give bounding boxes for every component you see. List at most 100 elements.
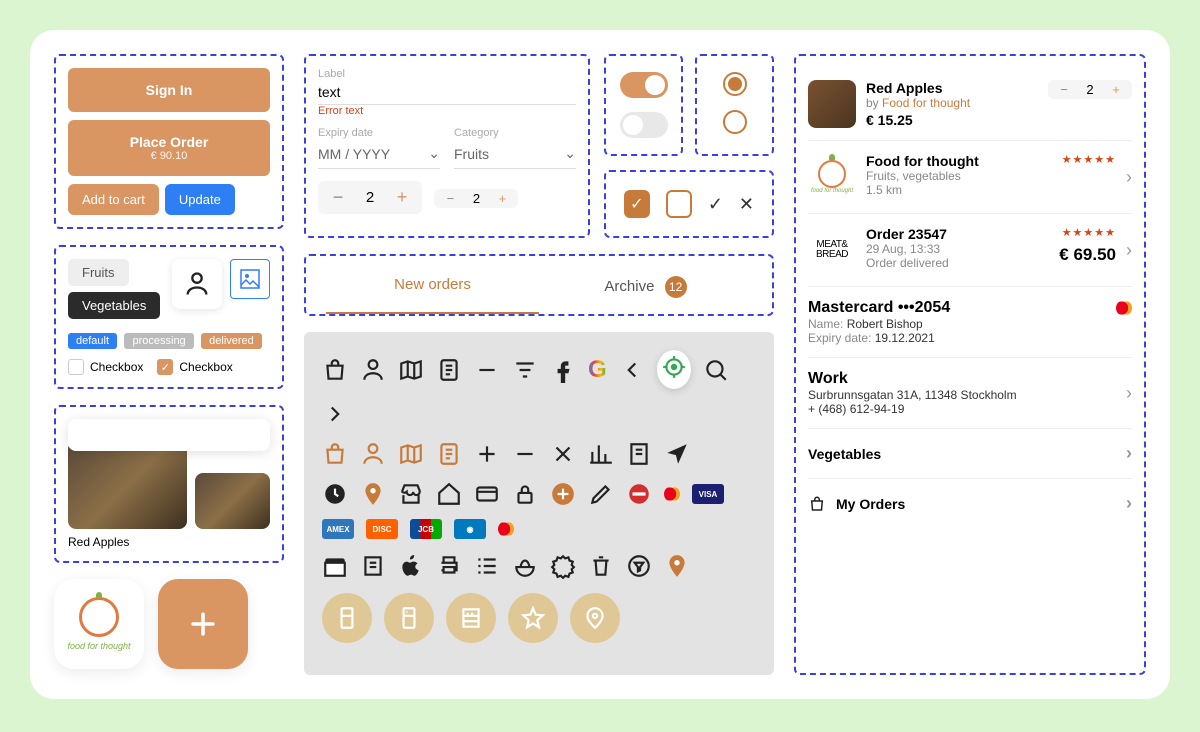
app-tiles: food for thought bbox=[54, 579, 284, 669]
checkbox-filled[interactable]: ✓ bbox=[624, 190, 650, 218]
cart-qty-stepper[interactable]: − 2 + bbox=[1048, 80, 1132, 99]
signin-button[interactable]: Sign In bbox=[68, 68, 270, 112]
document-icon bbox=[436, 441, 462, 467]
user-icon bbox=[360, 441, 386, 467]
pin-icon bbox=[360, 481, 386, 507]
toggle-on[interactable] bbox=[620, 72, 668, 98]
expiry-select[interactable]: MM / YYYY ⌄ bbox=[318, 139, 440, 169]
expiry-value: MM / YYYY bbox=[318, 146, 390, 162]
chips-group: Fruits Vegetables default processing del… bbox=[54, 245, 284, 389]
tag-processing: processing bbox=[124, 333, 193, 349]
gps-button[interactable] bbox=[657, 350, 691, 389]
app-tile-logo[interactable]: food for thought bbox=[54, 579, 144, 669]
order-time: 29 Aug, 13:33 bbox=[866, 242, 1049, 256]
app-tile-add[interactable] bbox=[158, 579, 248, 669]
category-select[interactable]: Fruits ⌄ bbox=[454, 139, 576, 169]
cards-group: Red Apples by Food for thought € 15.25 −… bbox=[794, 54, 1146, 675]
plus-button[interactable]: + bbox=[492, 191, 512, 206]
add-to-cart-button[interactable]: Add to cart bbox=[68, 184, 159, 215]
tab-archive[interactable]: Archive 12 bbox=[539, 260, 752, 314]
cart-item-card: Red Apples by Food for thought € 15.25 −… bbox=[808, 68, 1132, 141]
star-button[interactable] bbox=[508, 593, 558, 643]
category-value: Fruits bbox=[454, 146, 489, 162]
plus-button[interactable]: + bbox=[392, 187, 412, 208]
card-icon bbox=[474, 481, 500, 507]
cart-item-title: Red Apples bbox=[866, 80, 1038, 96]
fridge-button[interactable] bbox=[384, 593, 434, 643]
quantity-stepper[interactable]: − 2 + bbox=[318, 181, 422, 214]
icon-grid: G VISA bbox=[304, 332, 774, 675]
rating-stars: ★★★★★ bbox=[1062, 153, 1116, 166]
fft-logo-text: food for thought bbox=[67, 641, 130, 651]
minus-button[interactable]: − bbox=[440, 191, 460, 206]
checkbox-checked[interactable]: ✓ bbox=[157, 359, 173, 375]
chevron-down-icon: ⌄ bbox=[564, 145, 576, 162]
place-order-button[interactable]: Place Order € 90.10 bbox=[68, 120, 270, 176]
my-orders-label: My Orders bbox=[836, 496, 905, 512]
product-thumb-small[interactable] bbox=[195, 473, 270, 529]
close-icon bbox=[550, 441, 576, 467]
place-order-price: € 90.10 bbox=[82, 150, 256, 162]
vendor-distance: 1.5 km bbox=[866, 183, 1052, 197]
shelf-button[interactable] bbox=[446, 593, 496, 643]
chevron-right-icon[interactable] bbox=[322, 401, 348, 427]
user-avatar-placeholder bbox=[172, 259, 222, 309]
checkbox-label: Checkbox bbox=[179, 360, 232, 374]
fridge-button[interactable] bbox=[322, 593, 372, 643]
thumb-caption: Red Apples bbox=[68, 535, 270, 549]
trash-icon bbox=[588, 553, 614, 579]
order-card[interactable]: MEAT&BREAD Order 23547 29 Aug, 13:33 Ord… bbox=[808, 214, 1132, 287]
order-total: € 69.50 bbox=[1059, 245, 1116, 265]
category-label: Category bbox=[454, 127, 576, 139]
tab-new-orders[interactable]: New orders bbox=[326, 260, 539, 314]
search-icon[interactable] bbox=[703, 357, 729, 383]
vendor-name: Food for thought bbox=[866, 153, 1052, 169]
location-button[interactable] bbox=[570, 593, 620, 643]
error-text: Error text bbox=[318, 105, 576, 117]
tag-delivered: delivered bbox=[201, 333, 262, 349]
expiry-label: Expiry date bbox=[318, 127, 440, 139]
chevron-left-icon[interactable] bbox=[619, 357, 645, 383]
toggle-off[interactable] bbox=[620, 112, 668, 138]
order-status: Order delivered bbox=[866, 256, 1049, 270]
category-row[interactable]: Vegetables › bbox=[808, 429, 1132, 479]
expiry-label: Expiry date: bbox=[808, 331, 871, 345]
chip-vegetables[interactable]: Vegetables bbox=[68, 292, 160, 319]
address-line: Surbrunnsgatan 31A, 11348 Stockholm bbox=[808, 388, 1126, 402]
checkbox-unchecked[interactable] bbox=[68, 359, 84, 375]
buttons-group: Sign In Place Order € 90.10 Add to cart … bbox=[54, 54, 284, 229]
tag-default: default bbox=[68, 333, 117, 349]
vendor-card[interactable]: food for thought Food for thought Fruits… bbox=[808, 141, 1132, 214]
image-placeholder-icon bbox=[230, 259, 270, 299]
salad-icon bbox=[512, 553, 538, 579]
chart-icon bbox=[588, 441, 614, 467]
archive-count-badge: 12 bbox=[665, 276, 687, 298]
discover-icon: DISC bbox=[366, 519, 398, 539]
fft-logo-icon bbox=[79, 597, 119, 637]
tabs-group: New orders Archive 12 bbox=[304, 254, 774, 316]
funnel-icon bbox=[626, 553, 652, 579]
address-card[interactable]: Work Surbrunnsgatan 31A, 11348 Stockholm… bbox=[808, 358, 1132, 429]
thumbnails-group: Red Apples bbox=[54, 405, 284, 563]
minus-icon bbox=[474, 357, 500, 383]
checkbox-outline[interactable] bbox=[666, 190, 692, 218]
radio-unselected[interactable] bbox=[723, 110, 747, 134]
minus-button[interactable]: − bbox=[328, 187, 348, 208]
facebook-icon bbox=[550, 357, 576, 383]
plus-button[interactable]: + bbox=[1106, 82, 1126, 97]
radio-selected[interactable] bbox=[723, 72, 747, 96]
tab-archive-label: Archive bbox=[604, 278, 654, 295]
minus-button[interactable]: − bbox=[1054, 82, 1074, 97]
product-thumb-large[interactable] bbox=[68, 441, 187, 529]
checkbox-controls: ✓ ✓ ✕ bbox=[604, 170, 774, 238]
vendor-link[interactable]: Food for thought bbox=[882, 96, 970, 110]
update-button[interactable]: Update bbox=[165, 184, 235, 215]
text-input[interactable] bbox=[318, 80, 576, 105]
my-orders-row[interactable]: My Orders › bbox=[808, 479, 1132, 528]
chip-fruits[interactable]: Fruits bbox=[68, 259, 129, 286]
form-group: Label Error text Expiry date MM / YYYY ⌄… bbox=[304, 54, 590, 238]
home-icon bbox=[436, 481, 462, 507]
card-expiry: 19.12.2021 bbox=[875, 331, 935, 345]
quantity-stepper-small[interactable]: − 2 + bbox=[434, 189, 518, 208]
cart-item-price: € 15.25 bbox=[866, 112, 1038, 128]
